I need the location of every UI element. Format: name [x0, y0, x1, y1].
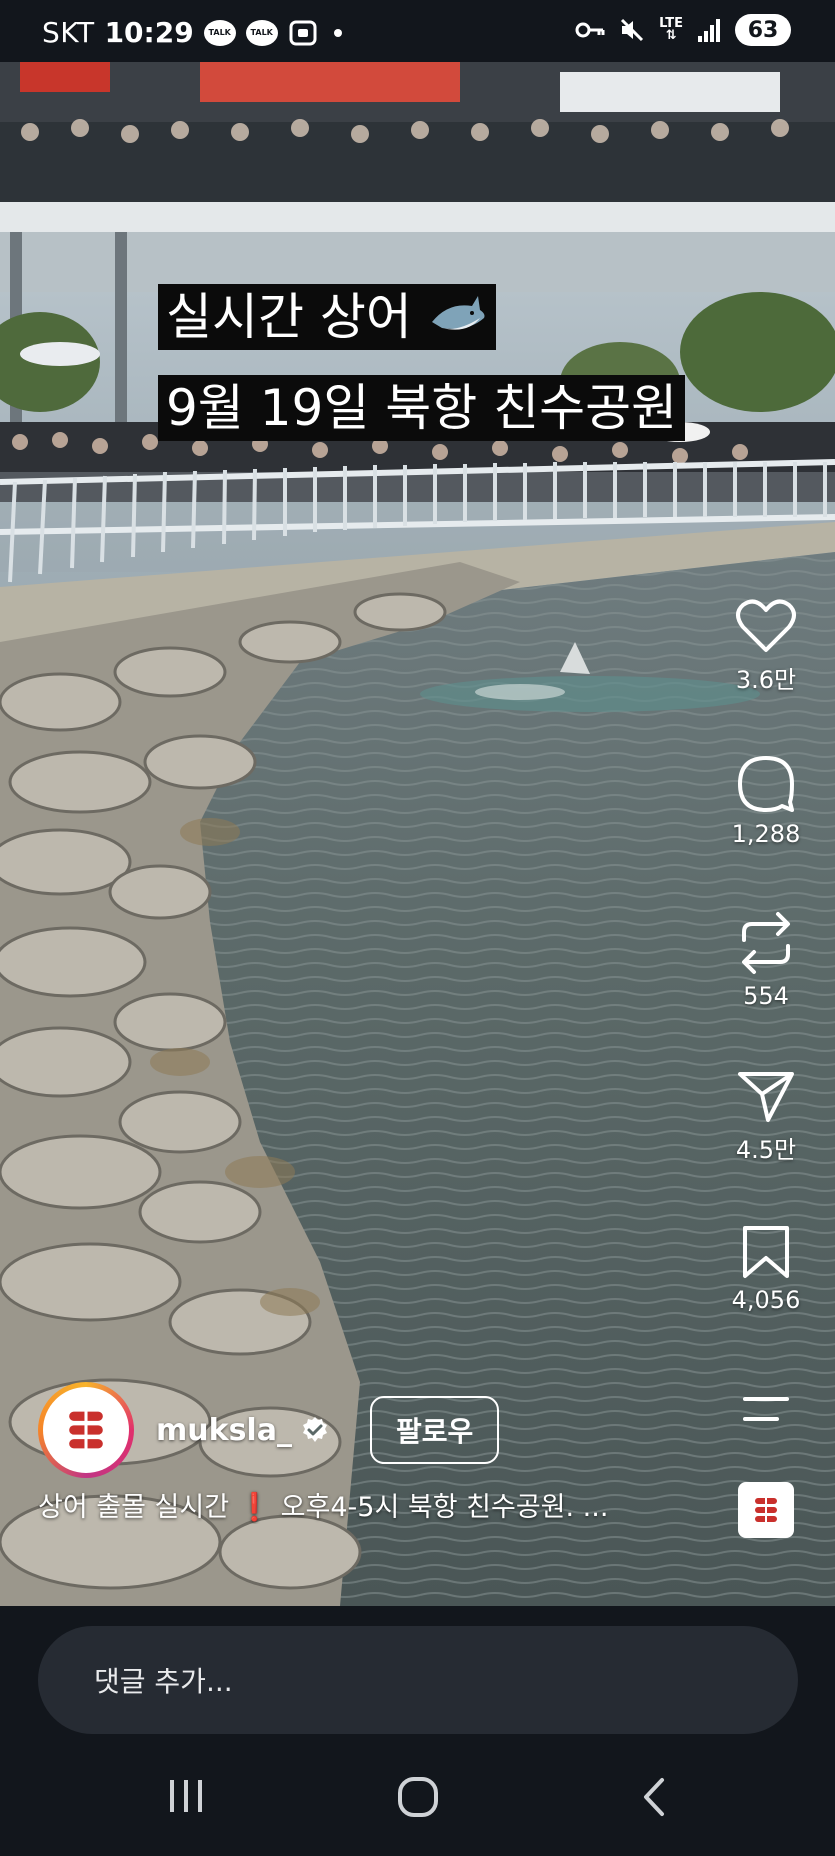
recent-apps-icon[interactable]	[166, 1776, 206, 1816]
repost-count: 554	[743, 982, 789, 1010]
clock: 10:29	[104, 16, 194, 49]
video-caption-line1: 실시간 상어	[158, 284, 496, 350]
save-count: 4,056	[731, 1286, 801, 1314]
lte-icon: LTE ⇅	[659, 16, 683, 43]
username[interactable]: muksla_	[156, 1413, 292, 1448]
key-icon	[575, 22, 605, 38]
home-icon[interactable]	[397, 1776, 439, 1818]
verified-badge-icon	[302, 1417, 327, 1442]
comment-action[interactable]: 1,288	[711, 754, 821, 848]
save-action[interactable]: 4,056	[711, 1224, 821, 1314]
exclamation-emoji: ❗	[237, 1492, 281, 1523]
battery-icon: 63	[735, 14, 791, 46]
comment-input[interactable]: 댓글 추가...	[38, 1626, 798, 1734]
video-caption-line2: 9월 19일 북항 친수공원	[158, 375, 686, 441]
comment-icon[interactable]	[736, 754, 796, 814]
share-count: 4.5만	[735, 1136, 797, 1164]
avatar[interactable]	[38, 1382, 134, 1478]
bookmark-icon[interactable]	[741, 1224, 791, 1280]
share-action[interactable]: 4.5만	[711, 1068, 821, 1165]
description-part2: 오후4-5시 북항 친수공원. ...	[280, 1492, 609, 1523]
author-row: muksla_ 팔로우	[38, 1382, 500, 1478]
signal-icon	[698, 19, 720, 42]
kakaotalk-icon: TALK	[203, 19, 236, 46]
audio-logo-icon	[755, 1496, 777, 1524]
more-icon[interactable]	[741, 1394, 791, 1424]
audio-thumbnail[interactable]	[738, 1482, 794, 1538]
post-description[interactable]: 상어 출몰 실시간 ❗ 오후4-5시 북항 친수공원. ...	[38, 1485, 678, 1524]
profile-logo-icon	[69, 1408, 103, 1452]
screenshot-icon	[289, 20, 317, 45]
description-part1: 상어 출몰 실시간	[38, 1492, 230, 1523]
more-action[interactable]	[711, 1394, 821, 1424]
kakaotalk-icon: TALK	[245, 19, 278, 46]
like-action[interactable]: 3.6만	[711, 598, 821, 695]
back-icon[interactable]	[638, 1776, 670, 1818]
heart-icon[interactable]	[735, 598, 797, 654]
like-count: 3.6만	[735, 666, 797, 694]
follow-button[interactable]: 팔로우	[369, 1396, 500, 1464]
status-bar: SKT 10:29 TALK TALK LTE ⇅ 63	[0, 0, 835, 62]
system-nav-bar	[0, 1746, 835, 1856]
dot-icon	[333, 28, 342, 37]
carrier-label: SKT	[42, 16, 95, 49]
comment-count: 1,288	[731, 820, 801, 848]
reel-video[interactable]: 실시간 상어 9월 19일 북항 친수공원 3.6만 1,288 554 4.5…	[0, 62, 835, 1606]
caption-text: 실시간 상어	[166, 288, 412, 346]
mute-icon	[621, 18, 644, 42]
repost-icon[interactable]	[738, 910, 794, 976]
repost-action[interactable]: 554	[711, 910, 821, 1010]
send-icon[interactable]	[736, 1068, 796, 1124]
shark-emoji	[431, 296, 485, 330]
comment-bar: 댓글 추가...	[0, 1606, 835, 1746]
